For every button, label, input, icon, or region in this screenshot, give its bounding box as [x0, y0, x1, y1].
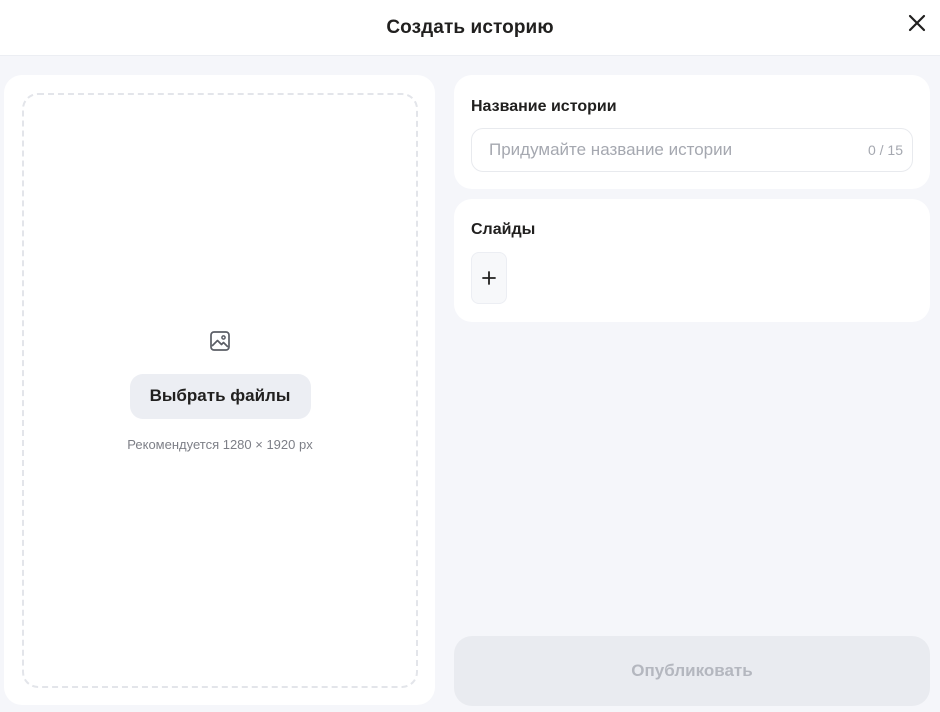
upload-panel: Выбрать файлы Рекомендуется 1280 × 1920 …: [4, 75, 435, 705]
slides-section: Слайды: [454, 199, 930, 322]
story-name-input[interactable]: [472, 129, 912, 171]
close-icon: [908, 14, 926, 32]
story-name-section: Название истории 0 / 15: [454, 75, 930, 189]
plus-icon: [482, 271, 496, 285]
story-name-label: Название истории: [471, 98, 617, 115]
publish-button[interactable]: Опубликовать: [454, 636, 930, 706]
add-slide-button[interactable]: [471, 252, 507, 304]
slides-label: Слайды: [471, 221, 536, 238]
close-button[interactable]: [904, 10, 930, 36]
file-dropzone[interactable]: Выбрать файлы Рекомендуется 1280 × 1920 …: [22, 93, 418, 688]
choose-files-button[interactable]: Выбрать файлы: [129, 373, 311, 419]
story-name-field: 0 / 15: [471, 128, 913, 172]
modal-title: Создать историю: [386, 16, 554, 38]
modal-header: Создать историю: [0, 0, 940, 56]
image-icon: [209, 330, 231, 352]
recommended-size-hint: Рекомендуется 1280 × 1920 px: [127, 436, 313, 452]
character-counter: 0 / 15: [867, 142, 903, 158]
